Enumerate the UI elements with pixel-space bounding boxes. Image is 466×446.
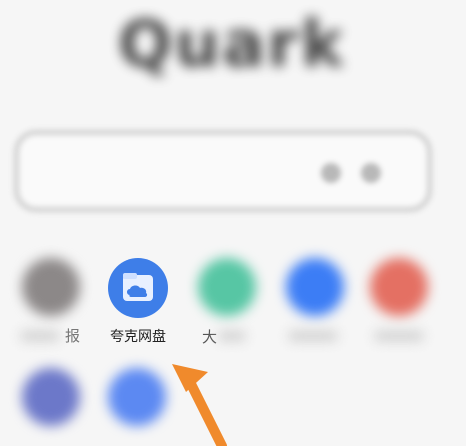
search-bar[interactable] bbox=[14, 130, 432, 212]
shortcut-icon-1[interactable] bbox=[22, 258, 80, 316]
camera-search-icon[interactable] bbox=[361, 163, 381, 183]
shortcut-icon-5[interactable] bbox=[370, 258, 428, 316]
shortcut-icon-4[interactable] bbox=[286, 258, 344, 316]
voice-search-icon[interactable] bbox=[321, 163, 341, 183]
shortcut-icon-3[interactable] bbox=[198, 258, 256, 316]
shortcut-label-1-partial: 报 bbox=[65, 327, 81, 345]
shortcut-icon-6[interactable] bbox=[22, 368, 80, 426]
home-screen: Quark 报 夸克网盘 大 bbox=[0, 0, 466, 446]
folder-cloud-icon bbox=[123, 273, 153, 301]
shortcut-label-4-blurred bbox=[288, 331, 338, 341]
quark-logo: Quark bbox=[118, 8, 346, 82]
quark-drive-icon[interactable] bbox=[108, 258, 168, 318]
shortcut-label-3-partial: 大 bbox=[202, 328, 218, 346]
shortcut-icon-7[interactable] bbox=[108, 368, 166, 426]
shortcut-label-3-blurred bbox=[218, 331, 246, 341]
shortcut-label-5-blurred bbox=[374, 331, 424, 341]
quark-drive-label: 夸克网盘 bbox=[110, 329, 166, 345]
shortcut-label-1-blurred bbox=[20, 331, 60, 341]
